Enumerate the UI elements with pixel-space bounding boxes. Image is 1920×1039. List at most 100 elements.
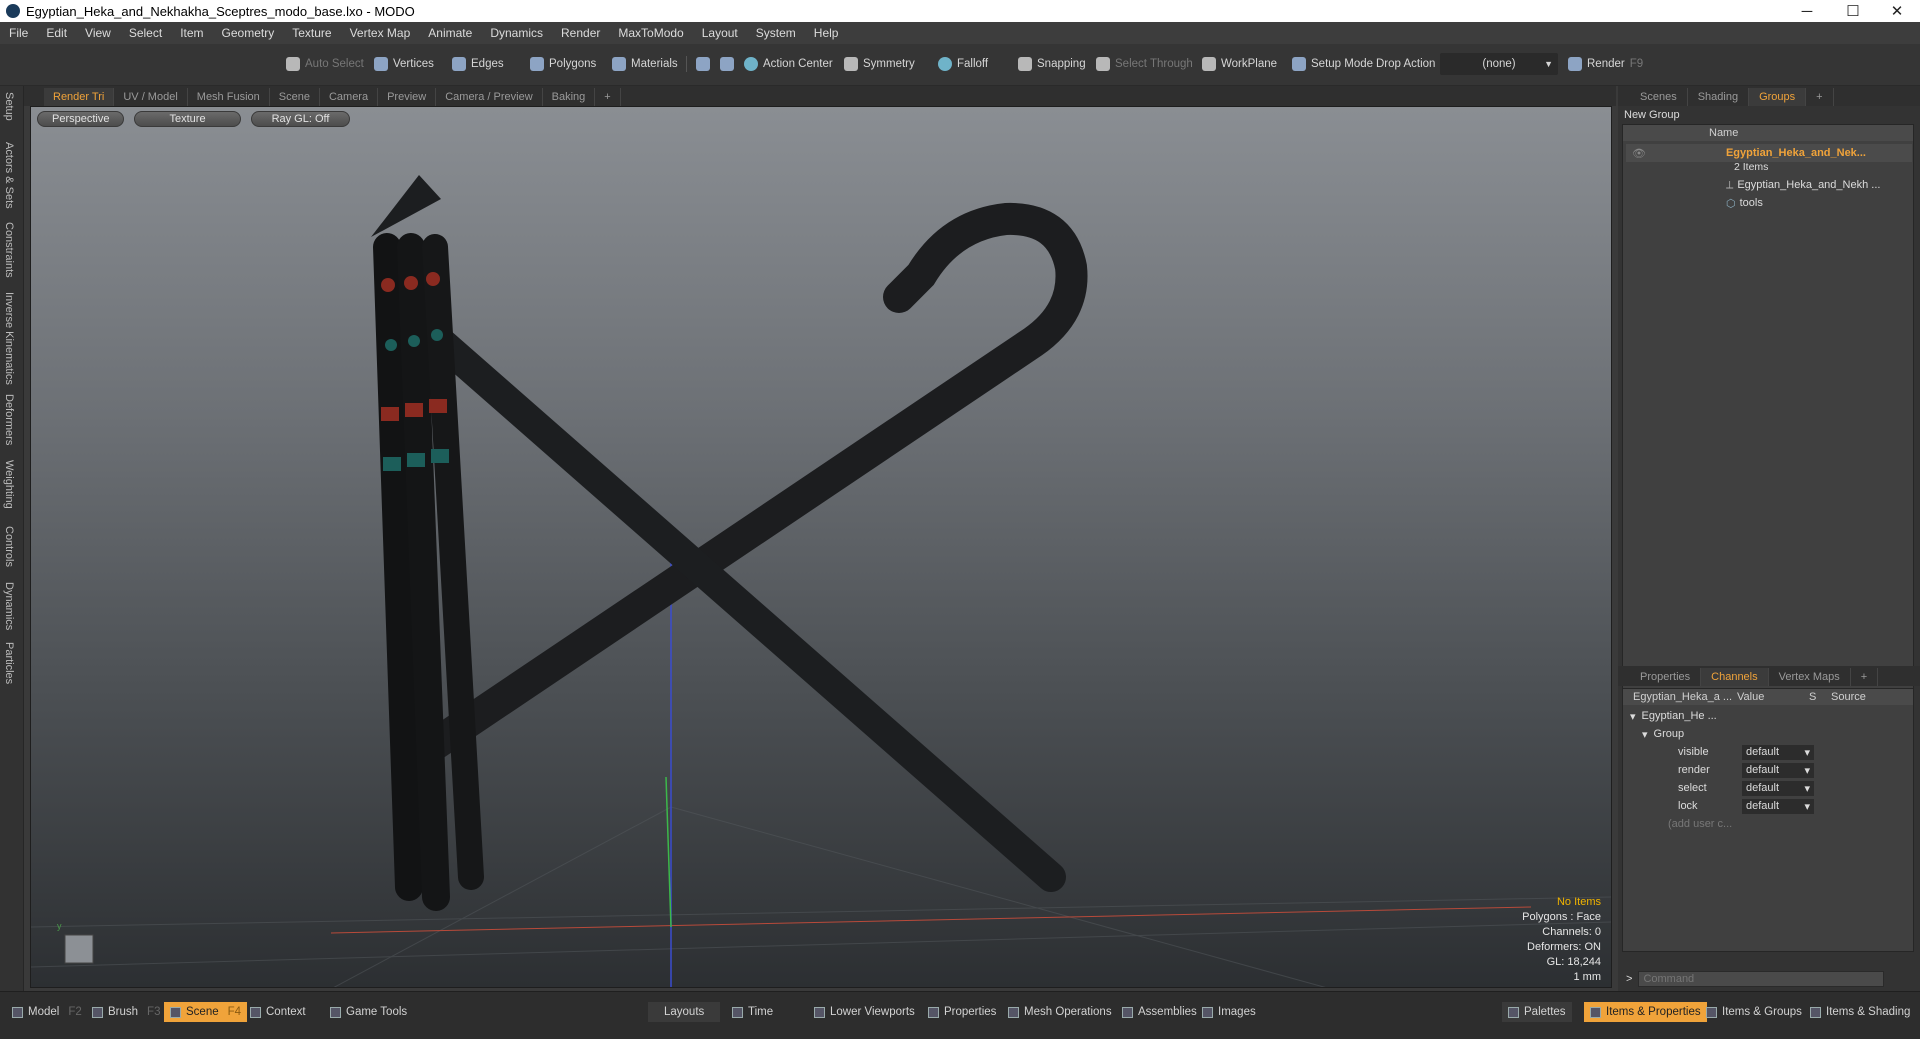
add-channel-tab-button[interactable]: + <box>1851 668 1879 686</box>
tab-mesh-fusion[interactable]: Mesh Fusion <box>188 88 270 106</box>
items-shading-icon <box>1810 1006 1821 1018</box>
symmetry-button[interactable]: Symmetry <box>838 53 921 75</box>
items-groups-button[interactable]: Items & Groups <box>1700 1002 1808 1022</box>
layout-game-tools-button[interactable]: Game Tools <box>324 1002 413 1022</box>
tab-uv-model[interactable]: UV / Model <box>114 88 188 106</box>
strip-tab-constraints[interactable]: Constraints <box>3 222 15 278</box>
render-button[interactable]: Render F9 <box>1562 53 1649 75</box>
tab-groups[interactable]: Groups <box>1749 88 1807 106</box>
select-mode-alt-button[interactable] <box>714 53 740 75</box>
menu-geometry[interactable]: Geometry <box>213 26 284 40</box>
time-button[interactable]: Time <box>726 1002 779 1022</box>
menu-layout[interactable]: Layout <box>693 26 747 40</box>
tab-scenes[interactable]: Scenes <box>1630 88 1688 106</box>
render-select[interactable]: default ▾ <box>1742 762 1814 778</box>
tab-shading[interactable]: Shading <box>1688 88 1750 106</box>
3d-viewport[interactable]: Perspective Texture Ray GL: Off y No Ite… <box>30 106 1612 988</box>
strip-tab-actors-sets[interactable]: Actors & Sets <box>3 142 15 209</box>
tab-vertex-maps[interactable]: Vertex Maps <box>1769 668 1851 686</box>
menu-dynamics[interactable]: Dynamics <box>481 26 552 40</box>
gl-status: GL: 18,244 <box>1546 956 1601 968</box>
brush-icon <box>92 1006 103 1018</box>
workplane-button[interactable]: WorkPlane <box>1196 53 1283 75</box>
auto-select-icon <box>286 57 300 71</box>
select-select[interactable]: default ▾ <box>1742 780 1814 796</box>
setup-mode-button[interactable]: Setup Mode <box>1286 53 1379 75</box>
select-mode-button[interactable] <box>690 53 716 75</box>
group-child-tools[interactable]: ⬡ tools <box>1726 194 1763 212</box>
tab-camera-preview[interactable]: Camera / Preview <box>436 88 543 106</box>
menu-file[interactable]: File <box>0 26 37 40</box>
auto-select-button[interactable]: Auto Select <box>280 53 370 75</box>
group-row[interactable]: 👁 Egyptian_Heka_and_Nek... <box>1626 144 1912 162</box>
layout-scene-button[interactable]: Scene F4 <box>164 1002 248 1022</box>
polygons-button[interactable]: Polygons <box>524 53 602 75</box>
menu-texture[interactable]: Texture <box>283 26 340 40</box>
layouts-button[interactable]: Layouts <box>648 1002 721 1022</box>
render-icon <box>1568 57 1582 71</box>
lower-viewports-button[interactable]: Lower Viewports <box>808 1002 921 1022</box>
layout-context-button[interactable]: Context <box>244 1002 312 1022</box>
strip-tab-inverse-kinematics[interactable]: Inverse Kinematics <box>3 292 15 385</box>
menu-select[interactable]: Select <box>120 26 171 40</box>
menu-help[interactable]: Help <box>805 26 848 40</box>
strip-tab-deformers[interactable]: Deformers <box>3 394 15 445</box>
strip-tab-weighting[interactable]: Weighting <box>3 460 15 509</box>
items-properties-button[interactable]: Items & Properties <box>1584 1002 1707 1022</box>
edges-button[interactable]: Edges <box>446 53 510 75</box>
layout-brush-button[interactable]: Brush F3 <box>86 1002 166 1022</box>
drop-action-select[interactable]: (none) ▼ <box>1440 53 1558 75</box>
mesh-operations-button[interactable]: Mesh Operations <box>1002 1002 1118 1022</box>
right-panel: Scenes Shading Groups + New Group Name 👁… <box>1618 86 1920 991</box>
images-button[interactable]: Images <box>1196 1002 1262 1022</box>
menu-view[interactable]: View <box>76 26 120 40</box>
menu-render[interactable]: Render <box>552 26 609 40</box>
tab-properties[interactable]: Properties <box>1630 668 1702 686</box>
add-user-channel[interactable]: (add user c... <box>1668 815 1732 833</box>
menu-system[interactable]: System <box>747 26 805 40</box>
command-input[interactable] <box>1638 971 1885 987</box>
layout-model-button[interactable]: Model F2 <box>6 1002 88 1022</box>
tab-camera[interactable]: Camera <box>320 88 379 106</box>
menu-vertex-map[interactable]: Vertex Map <box>341 26 420 40</box>
maximize-button[interactable]: ☐ <box>1830 0 1876 22</box>
select-through-button[interactable]: Select Through <box>1090 53 1199 75</box>
new-group-button[interactable]: New Group <box>1624 106 1680 124</box>
menu-edit[interactable]: Edit <box>37 26 76 40</box>
group-child-mesh[interactable]: ⟂ Egyptian_Heka_and_Nekh ... <box>1726 176 1880 194</box>
assemblies-button[interactable]: Assemblies <box>1116 1002 1203 1022</box>
title-bar: Egyptian_Heka_and_Nekhakha_Sceptres_modo… <box>0 0 1920 22</box>
add-panel-tab-button[interactable]: + <box>1806 88 1834 106</box>
tab-baking[interactable]: Baking <box>543 88 596 106</box>
vertices-button[interactable]: Vertices <box>368 53 440 75</box>
tab-render-tri[interactable]: Render Tri <box>44 88 115 106</box>
channel-group[interactable]: ▾ Group <box>1642 725 1684 743</box>
menu-item[interactable]: Item <box>171 26 212 40</box>
menu-animate[interactable]: Animate <box>419 26 481 40</box>
action-center-button[interactable]: Action Center <box>738 53 839 75</box>
snapping-button[interactable]: Snapping <box>1012 53 1092 75</box>
materials-button[interactable]: Materials <box>606 53 684 75</box>
strip-tab-dynamics[interactable]: Dynamics <box>3 582 15 630</box>
lock-select[interactable]: default ▾ <box>1742 798 1814 814</box>
minimize-button[interactable]: ─ <box>1784 0 1830 22</box>
visible-select[interactable]: default ▾ <box>1742 744 1814 760</box>
channel-root-item[interactable]: ▾ Egyptian_He ... <box>1630 707 1717 725</box>
tab-scene[interactable]: Scene <box>270 88 320 106</box>
tab-preview[interactable]: Preview <box>378 88 437 106</box>
falloff-button[interactable]: Falloff <box>932 53 994 75</box>
strip-tab-setup[interactable]: Setup <box>3 92 15 121</box>
tab-channels[interactable]: Channels <box>1701 668 1769 686</box>
polygons-status: Polygons : Face <box>1522 911 1601 923</box>
symmetry-icon <box>844 57 858 71</box>
properties-button[interactable]: Properties <box>922 1002 1002 1022</box>
menu-maxtomodo[interactable]: MaxToModo <box>609 26 692 40</box>
visibility-eye-icon[interactable]: 👁 <box>1632 147 1646 160</box>
heka-crook-model <box>415 202 1088 763</box>
strip-tab-particles[interactable]: Particles <box>3 642 15 684</box>
close-button[interactable]: ✕ <box>1874 0 1920 22</box>
strip-tab-controls[interactable]: Controls <box>3 526 15 567</box>
add-tab-button[interactable]: + <box>595 88 621 106</box>
palettes-button[interactable]: Palettes <box>1502 1002 1572 1022</box>
items-shading-button[interactable]: Items & Shading <box>1804 1002 1916 1022</box>
